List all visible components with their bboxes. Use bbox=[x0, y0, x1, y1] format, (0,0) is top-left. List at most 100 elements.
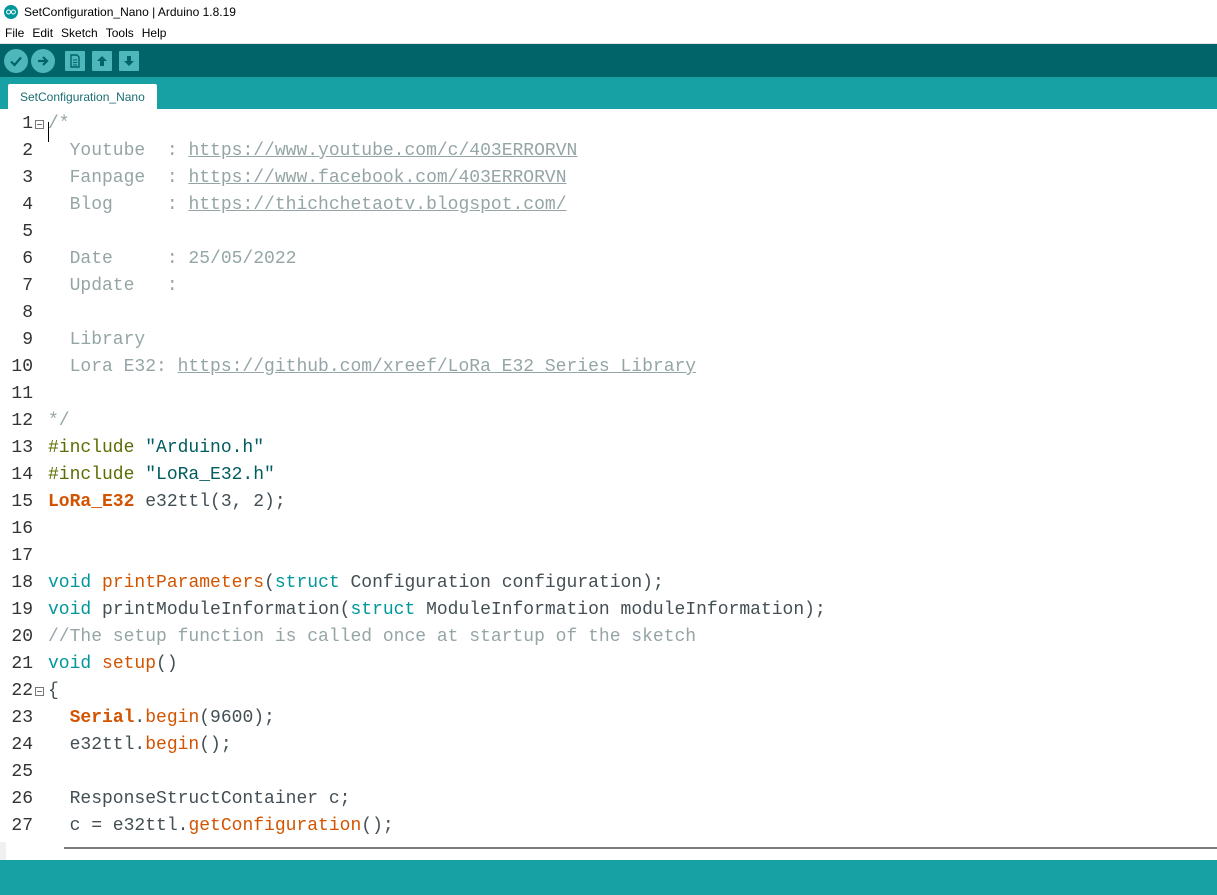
line-number: 26 bbox=[11, 789, 33, 809]
code-line[interactable]: 1 /* bbox=[0, 111, 1217, 138]
line-number: 21 bbox=[11, 654, 33, 674]
line-number: 18 bbox=[11, 573, 33, 593]
code-line[interactable]: 14 #include "LoRa_E32.h" bbox=[0, 462, 1217, 489]
menu-sketch[interactable]: Sketch bbox=[58, 26, 101, 40]
code-line[interactable]: 22 { bbox=[0, 678, 1217, 705]
code-line[interactable]: 12 */ bbox=[0, 408, 1217, 435]
code-line[interactable]: 8 bbox=[0, 300, 1217, 327]
line-number: 12 bbox=[11, 411, 33, 431]
scrollbar-track[interactable] bbox=[6, 842, 1217, 860]
code-link[interactable]: https://www.facebook.com/403ERRORVN bbox=[188, 168, 566, 188]
code-token: () bbox=[156, 654, 178, 674]
code-token: e32ttl. bbox=[48, 735, 146, 755]
menu-edit[interactable]: Edit bbox=[29, 26, 56, 40]
code-line[interactable]: 11 bbox=[0, 381, 1217, 408]
code-line[interactable]: 4 Blog : https://thichchetaotv.blogspot.… bbox=[0, 192, 1217, 219]
code-line[interactable]: 27 c = e32ttl.getConfiguration(); bbox=[0, 813, 1217, 840]
line-number: 9 bbox=[22, 330, 33, 350]
code-text: e32ttl.begin(); bbox=[48, 732, 232, 759]
code-token: Update : bbox=[48, 276, 178, 296]
save-icon bbox=[124, 56, 134, 66]
code-token: c = e32ttl. bbox=[48, 816, 189, 836]
upload-icon bbox=[38, 56, 49, 66]
upload-button[interactable] bbox=[31, 49, 55, 73]
code-line[interactable]: 20 //The setup function is called once at… bbox=[0, 624, 1217, 651]
code-line[interactable]: 13 #include "Arduino.h" bbox=[0, 435, 1217, 462]
verify-icon bbox=[10, 56, 22, 67]
menu-bar: File Edit Sketch Tools Help bbox=[0, 23, 1217, 44]
window-title: SetConfiguration_Nano | Arduino 1.8.19 bbox=[24, 4, 236, 19]
console-area bbox=[0, 860, 1217, 895]
line-number: 16 bbox=[11, 519, 33, 539]
code-line[interactable]: 18 void printParameters(struct Configurat… bbox=[0, 570, 1217, 597]
horizontal-scrollbar[interactable] bbox=[0, 842, 1217, 860]
menu-file[interactable]: File bbox=[2, 26, 27, 40]
code-token: getConfiguration bbox=[188, 816, 362, 836]
line-number: 22 bbox=[11, 681, 33, 701]
code-text: Update : bbox=[48, 273, 178, 300]
line-number: 14 bbox=[11, 465, 33, 485]
open-icon bbox=[97, 56, 107, 66]
code-token: Serial bbox=[69, 708, 135, 728]
code-text: Serial.begin(9600); bbox=[48, 705, 275, 732]
line-number: 5 bbox=[22, 222, 33, 242]
code-line[interactable]: 3 Fanpage : https://www.facebook.com/403… bbox=[0, 165, 1217, 192]
code-token: void bbox=[48, 654, 92, 674]
save-button[interactable] bbox=[119, 51, 139, 71]
code-line[interactable]: 25 bbox=[0, 759, 1217, 786]
code-token: Configuration configuration); bbox=[339, 573, 664, 593]
new-button[interactable] bbox=[65, 51, 85, 71]
menu-help[interactable]: Help bbox=[139, 26, 170, 40]
code-line[interactable]: 16 bbox=[0, 516, 1217, 543]
code-line[interactable]: 19 void printModuleInformation(struct Mod… bbox=[0, 597, 1217, 624]
code-token: printParameters bbox=[102, 573, 265, 593]
code-line[interactable]: 9 Library bbox=[0, 327, 1217, 354]
code-line[interactable]: 24 e32ttl.begin(); bbox=[0, 732, 1217, 759]
code-token: /* bbox=[48, 114, 70, 134]
code-token: */ bbox=[48, 411, 70, 431]
code-link[interactable]: https://thichchetaotv.blogspot.com/ bbox=[188, 195, 566, 215]
code-token: (); bbox=[361, 816, 394, 836]
line-number: 23 bbox=[11, 708, 33, 728]
menu-tools[interactable]: Tools bbox=[103, 26, 137, 40]
code-line[interactable]: 2 Youtube : https://www.youtube.com/c/40… bbox=[0, 138, 1217, 165]
code-token: void bbox=[48, 573, 92, 593]
title-bar: SetConfiguration_Nano | Arduino 1.8.19 bbox=[0, 0, 1217, 23]
fold-toggle-icon[interactable] bbox=[35, 687, 44, 696]
code-line[interactable]: 7 Update : bbox=[0, 273, 1217, 300]
code-text: void printParameters(struct Configuratio… bbox=[48, 570, 664, 597]
code-token: . bbox=[134, 708, 146, 728]
open-button[interactable] bbox=[92, 51, 112, 71]
code-link[interactable]: https://github.com/xreef/LoRa_E32_Series… bbox=[178, 357, 696, 377]
line-number: 7 bbox=[22, 276, 33, 296]
code-line[interactable]: 17 bbox=[0, 543, 1217, 570]
code-token: (9600); bbox=[199, 708, 275, 728]
code-token: void bbox=[48, 600, 92, 620]
code-token: { bbox=[48, 681, 59, 701]
verify-button[interactable] bbox=[4, 49, 28, 73]
code-line[interactable]: 5 bbox=[0, 219, 1217, 246]
code-line[interactable]: 6 Date : 25/05/2022 bbox=[0, 246, 1217, 273]
arduino-logo-icon bbox=[4, 4, 18, 19]
new-icon bbox=[70, 54, 80, 68]
code-text: Lora E32: https://github.com/xreef/LoRa_… bbox=[48, 354, 697, 381]
code-link[interactable]: https://www.youtube.com/c/403ERRORVN bbox=[188, 141, 577, 161]
fold-toggle-icon[interactable] bbox=[35, 120, 44, 129]
code-line[interactable]: 26 ResponseStructContainer c; bbox=[0, 786, 1217, 813]
tab-setconfiguration-nano[interactable]: SetConfiguration_Nano bbox=[8, 84, 157, 109]
code-token: ModuleInformation moduleInformation); bbox=[415, 600, 826, 620]
line-number: 8 bbox=[22, 303, 33, 323]
scrollbar-thumb[interactable] bbox=[64, 847, 1217, 849]
line-number: 6 bbox=[22, 249, 33, 269]
code-token: "LoRa_E32.h" bbox=[145, 465, 275, 485]
line-number: 1 bbox=[22, 114, 33, 134]
code-line[interactable]: 23 Serial.begin(9600); bbox=[0, 705, 1217, 732]
code-text: #include "Arduino.h" bbox=[48, 435, 264, 462]
code-line[interactable]: 15 LoRa_E32 e32ttl(3, 2); bbox=[0, 489, 1217, 516]
code-line[interactable]: 21 void setup() bbox=[0, 651, 1217, 678]
code-editor[interactable]: 1 /* 2 Youtube : https://www.youtube.com/c… bbox=[0, 109, 1217, 842]
code-text: Youtube : https://www.youtube.com/c/403E… bbox=[48, 138, 578, 165]
code-line[interactable]: 10 Lora E32: https://github.com/xreef/Lo… bbox=[0, 354, 1217, 381]
line-number: 11 bbox=[11, 384, 33, 404]
